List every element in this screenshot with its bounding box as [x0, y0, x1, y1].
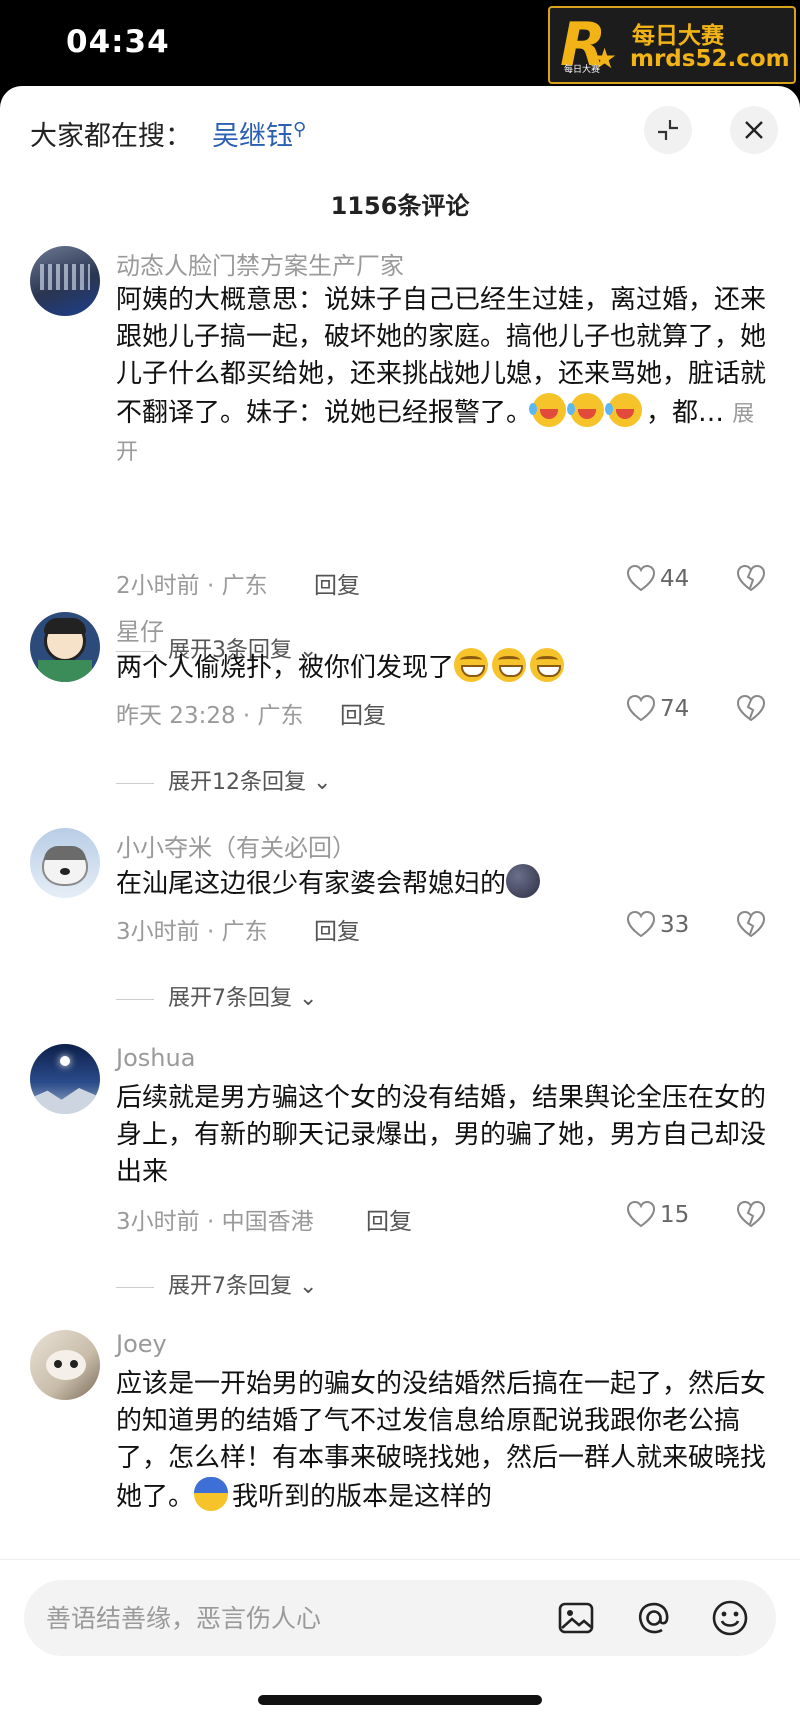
like-button[interactable]: 33	[626, 910, 689, 938]
smirk-emoji-icon	[530, 648, 565, 682]
divider	[116, 782, 154, 784]
comment-username[interactable]: 动态人脸门禁方案生产厂家	[116, 246, 404, 281]
dislike-button[interactable]	[736, 1200, 766, 1232]
comment-text: 后续就是男方骗这个女的没有结婚，结果舆论全压在女的身上，有新的聊天记录爆出，男的…	[116, 1083, 767, 1187]
comment-username[interactable]: 星仔	[116, 612, 164, 647]
smirk-emoji-icon	[454, 648, 489, 682]
watermark-logo: R ★ 每日大赛 每日大赛 mrds52.com	[548, 6, 796, 84]
broken-heart-icon	[736, 910, 766, 938]
expand-replies-button[interactable]: 展开12条回复 ⌄	[116, 764, 331, 796]
comment-text: 在汕尾这边很少有家婆会帮媳妇的	[116, 864, 766, 903]
reply-button[interactable]: 回复	[314, 912, 360, 946]
image-icon	[558, 1602, 594, 1634]
watermark-title: 每日大赛	[632, 23, 724, 49]
mention-button[interactable]	[634, 1598, 674, 1638]
like-count: 74	[660, 696, 690, 722]
avatar[interactable]	[30, 828, 100, 898]
status-bar: 04:34 R ★ 每日大赛 每日大赛 mrds52.com	[0, 0, 800, 86]
divider	[116, 998, 154, 1000]
close-icon	[745, 121, 763, 139]
close-button[interactable]	[730, 106, 778, 154]
at-icon	[638, 1602, 669, 1634]
trending-search-link[interactable]: 吴继钰⚲	[212, 114, 306, 153]
reply-button[interactable]: 回复	[314, 566, 360, 600]
avatar[interactable]	[30, 246, 100, 316]
image-button[interactable]	[556, 1598, 596, 1638]
watermark-url: mrds52.com	[630, 46, 790, 72]
comment-text: 两个人偷烧扑，被你们发现了	[116, 648, 766, 687]
dislike-button[interactable]	[736, 910, 766, 942]
avatar[interactable]	[30, 1330, 100, 1400]
laugh-cry-emoji-icon	[605, 393, 643, 427]
comment-meta: 昨天 23:28 · 广东	[116, 703, 304, 729]
broken-heart-icon	[736, 1200, 766, 1228]
comment-username[interactable]: Joshua	[116, 1044, 195, 1072]
expand-replies-button[interactable]: 展开7条回复 ⌄	[116, 980, 317, 1012]
dislike-button[interactable]	[736, 694, 766, 726]
chevron-down-icon: ⌄	[292, 986, 318, 1011]
heart-icon	[626, 564, 656, 592]
comment-username[interactable]: 小小夺米（有关必回）	[116, 828, 356, 863]
comment-text: 阿姨的大概意思：说妹子自己已经生过娃，离过婚，还来跟她儿子搞一起，破坏她的家庭。…	[116, 285, 767, 465]
heart-icon	[626, 910, 656, 938]
chevron-down-icon: ⌄	[306, 770, 332, 795]
home-indicator	[258, 1695, 542, 1705]
heart-icon	[626, 1200, 656, 1228]
comment-sheet: 大家都在搜： 吴继钰⚲ 1156条评论 动态人脸门禁方案生产厂家 阿姨的大概意思…	[0, 86, 800, 1733]
laugh-cry-emoji-icon	[567, 393, 605, 427]
comment-input-box[interactable]	[24, 1580, 776, 1656]
comment-text: 应该是一开始男的骗女的没结婚然后搞在一起了，然后女的知道男的结婚了气不过发信息给…	[116, 1369, 767, 1512]
emoji-icon	[712, 1600, 748, 1636]
broken-heart-icon	[736, 694, 766, 722]
heart-icon	[626, 694, 656, 722]
avatar[interactable]	[30, 1044, 100, 1114]
smirk-emoji-icon	[492, 648, 527, 682]
comment-count: 1156条评论	[330, 192, 470, 220]
avatar[interactable]	[30, 612, 100, 682]
like-count: 15	[660, 1202, 690, 1228]
trending-search-term: 吴继钰	[212, 121, 293, 152]
collapse-icon	[658, 120, 678, 140]
comment-composer	[0, 1559, 800, 1733]
expand-replies-button[interactable]: 展开7条回复 ⌄	[116, 1268, 317, 1300]
laugh-cry-emoji-icon	[529, 393, 567, 427]
comment-meta: 3小时前 · 广东	[116, 919, 268, 945]
dark-face-emoji-icon	[506, 864, 541, 898]
like-count: 44	[660, 566, 690, 592]
collapse-button[interactable]	[644, 106, 692, 154]
facepalm-emoji-icon	[194, 1477, 229, 1511]
dislike-button[interactable]	[736, 564, 766, 596]
comment-meta: 2小时前 · 广东	[116, 573, 268, 599]
watermark-small-text: 每日大赛	[564, 65, 601, 75]
broken-heart-icon	[736, 564, 766, 592]
emoji-button[interactable]	[710, 1598, 750, 1638]
comment-input[interactable]	[46, 1598, 526, 1638]
status-time: 04:34	[66, 24, 170, 60]
reply-button[interactable]: 回复	[340, 696, 386, 730]
reply-button[interactable]: 回复	[366, 1202, 412, 1236]
divider	[116, 1286, 154, 1288]
comment-username[interactable]: Joey	[116, 1330, 167, 1358]
like-button[interactable]: 15	[626, 1200, 689, 1228]
comment-meta: 3小时前 · 中国香港	[116, 1209, 314, 1235]
like-button[interactable]: 74	[626, 694, 689, 722]
search-hint-label: 大家都在搜：	[30, 121, 192, 152]
like-button[interactable]: 44	[626, 564, 689, 592]
like-count: 33	[660, 912, 690, 938]
search-icon: ⚲	[293, 119, 307, 140]
chevron-down-icon: ⌄	[292, 1274, 318, 1299]
